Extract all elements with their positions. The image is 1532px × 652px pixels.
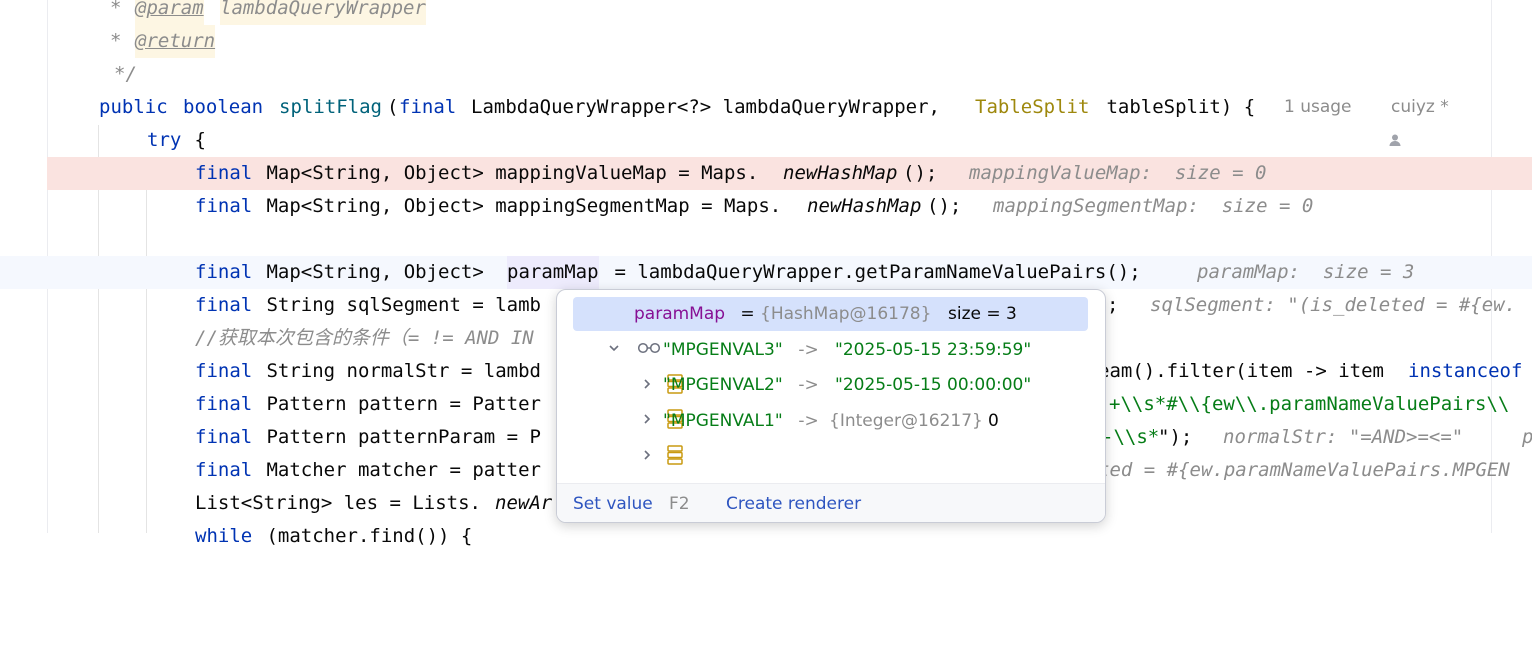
code-line-breakpoint: final Map<String, Object> mappingValueMa…: [47, 157, 1532, 190]
entry-arrow: ->: [793, 340, 825, 360]
keyword: final: [399, 96, 457, 118]
doc-param-name: lambdaQueryWrapper: [220, 0, 426, 25]
code-text: LambdaQueryWrapper<?> lambdaQueryWrapper…: [471, 96, 952, 118]
string-literal: +\\s*#\\{ew\\.paramNameValuePairs\\: [1109, 393, 1510, 415]
code-text: ");: [1158, 426, 1193, 448]
code-text: Map<String, Object> mappingSegmentMap = …: [255, 195, 782, 217]
tree-node-paramMap[interactable]: paramMap = {HashMap@16178} size = 3: [573, 297, 1088, 354]
tree-node-entry[interactable]: "MPGENVAL1" -> {Integer@16217} 0: [573, 404, 1088, 465]
code-text: (: [387, 96, 399, 118]
line-comment: //获取本次包含的条件（= != AND IN: [195, 327, 534, 349]
doc-comment-star: *: [110, 30, 133, 52]
keyword: final: [195, 360, 253, 382]
class-name: TableSplit: [975, 96, 1090, 118]
keyword: public: [99, 96, 168, 118]
create-renderer-link[interactable]: Create renderer: [726, 494, 861, 514]
usages-link[interactable]: 1 usage: [1284, 91, 1352, 124]
doc-return-tag: @return: [135, 25, 216, 58]
method-call: newAr: [495, 492, 553, 514]
code-text: Map<String, Object> mappingValueMap = Ma…: [255, 162, 759, 184]
code-text: String normalStr = lambd: [255, 360, 541, 382]
code-text: tableSplit) {: [1095, 96, 1256, 118]
inline-debug-value[interactable]: sqlSegment: "(is_deleted = #{ew.: [1150, 289, 1516, 322]
keyword: final: [195, 459, 253, 481]
inline-debug-value[interactable]: ted = #{ew.paramNameValuePairs.MPGEN: [1098, 454, 1510, 487]
entry-value: 0: [988, 411, 999, 431]
debug-value-popup: paramMap = {HashMap@16178} size = 3 "MPG…: [556, 289, 1106, 523]
code-text: Pattern patternParam = P: [255, 426, 541, 448]
code-text: ();: [903, 162, 938, 184]
inline-debug-value[interactable]: mappingSegmentMap: size = 0: [993, 190, 1313, 223]
entry-arrow: ->: [793, 375, 825, 395]
doc-param-tag: @param: [135, 0, 204, 25]
code-line: * @param lambdaQueryWrapper: [0, 0, 1532, 25]
popup-footer: Set value F2 Create renderer: [557, 483, 1105, 522]
code-text: Pattern pattern = Patter: [255, 393, 541, 415]
entry-key: "MPGENVAL2": [663, 375, 783, 395]
keyword: while: [195, 525, 253, 547]
inline-debug-value[interactable]: p: [1522, 421, 1532, 454]
code-line: try {: [0, 124, 1532, 157]
code-line: final Map<String, Object> mappingSegment…: [0, 190, 1532, 223]
shortcut-key: F2: [669, 494, 690, 514]
keyword: boolean: [183, 96, 264, 118]
author-hint[interactable]: cuiyz *: [1391, 91, 1449, 124]
entry-value: "2025-05-15 23:59:59": [835, 340, 1032, 360]
keyword: final: [195, 426, 253, 448]
code-text: ;: [1107, 294, 1119, 316]
keyword: instanceof: [1408, 360, 1523, 382]
code-line-current: final Map<String, Object> paramMap = lam…: [0, 256, 1532, 289]
keyword: final: [195, 195, 253, 217]
tree-node-entry[interactable]: "MPGENVAL3" -> "2025-05-15 23:59:59": [573, 333, 1088, 394]
entry-key: "MPGENVAL1": [663, 411, 783, 431]
entry-key: "MPGENVAL3": [663, 340, 783, 360]
variable-paramMap[interactable]: paramMap: [507, 256, 599, 289]
tree-node-entry[interactable]: "MPGENVAL2" -> "2025-05-15 00:00:00": [573, 368, 1088, 429]
string-literal: -\\s*: [1102, 426, 1160, 448]
method-call: newHashMap: [783, 162, 898, 184]
keyword: final: [195, 294, 253, 316]
code-text: List<String> les = Lists.: [195, 492, 481, 514]
code-line: while (matcher.find()) {: [0, 520, 1532, 553]
code-text: (matcher.find()) {: [255, 525, 473, 547]
node-size: size = 3: [948, 304, 1017, 324]
node-name: paramMap: [634, 304, 726, 324]
keyword: final: [195, 393, 253, 415]
entry-ref: {Integer@16217}: [829, 411, 983, 431]
method-name[interactable]: splitFlag: [279, 91, 382, 124]
entry-arrow: ->: [793, 411, 825, 431]
inline-debug-value[interactable]: normalStr: "=AND>=<=": [1223, 421, 1463, 454]
code-line: */: [0, 58, 1532, 91]
code-text: Map<String, Object>: [255, 261, 496, 283]
node-ref: {HashMap@16178}: [760, 304, 932, 324]
node-eq: =: [735, 304, 761, 324]
code-text: {: [183, 129, 206, 151]
code-text: String sqlSegment = lamb: [255, 294, 541, 316]
code-line-method-signature: public boolean splitFlag ( final LambdaQ…: [0, 91, 1532, 146]
keyword: final: [195, 261, 253, 283]
code-text: eam().filter(item -> item: [1098, 360, 1396, 382]
entry-value: "2025-05-15 00:00:00": [835, 375, 1032, 395]
code-text: Matcher matcher = patter: [255, 459, 541, 481]
doc-comment-end: */: [114, 63, 137, 85]
set-value-link[interactable]: Set value: [573, 494, 653, 514]
code-text: ();: [927, 195, 962, 217]
code-line: * @return: [0, 25, 1532, 58]
code-text: = lambdaQueryWrapper.getParamNameValuePa…: [603, 261, 1141, 283]
keyword: try: [147, 129, 182, 151]
inline-debug-value[interactable]: mappingValueMap: size = 0: [969, 157, 1266, 190]
doc-comment-star: *: [110, 0, 133, 19]
method-call: newHashMap: [807, 195, 922, 217]
keyword: final: [195, 162, 253, 184]
inline-debug-value[interactable]: paramMap: size = 3: [1197, 256, 1414, 289]
